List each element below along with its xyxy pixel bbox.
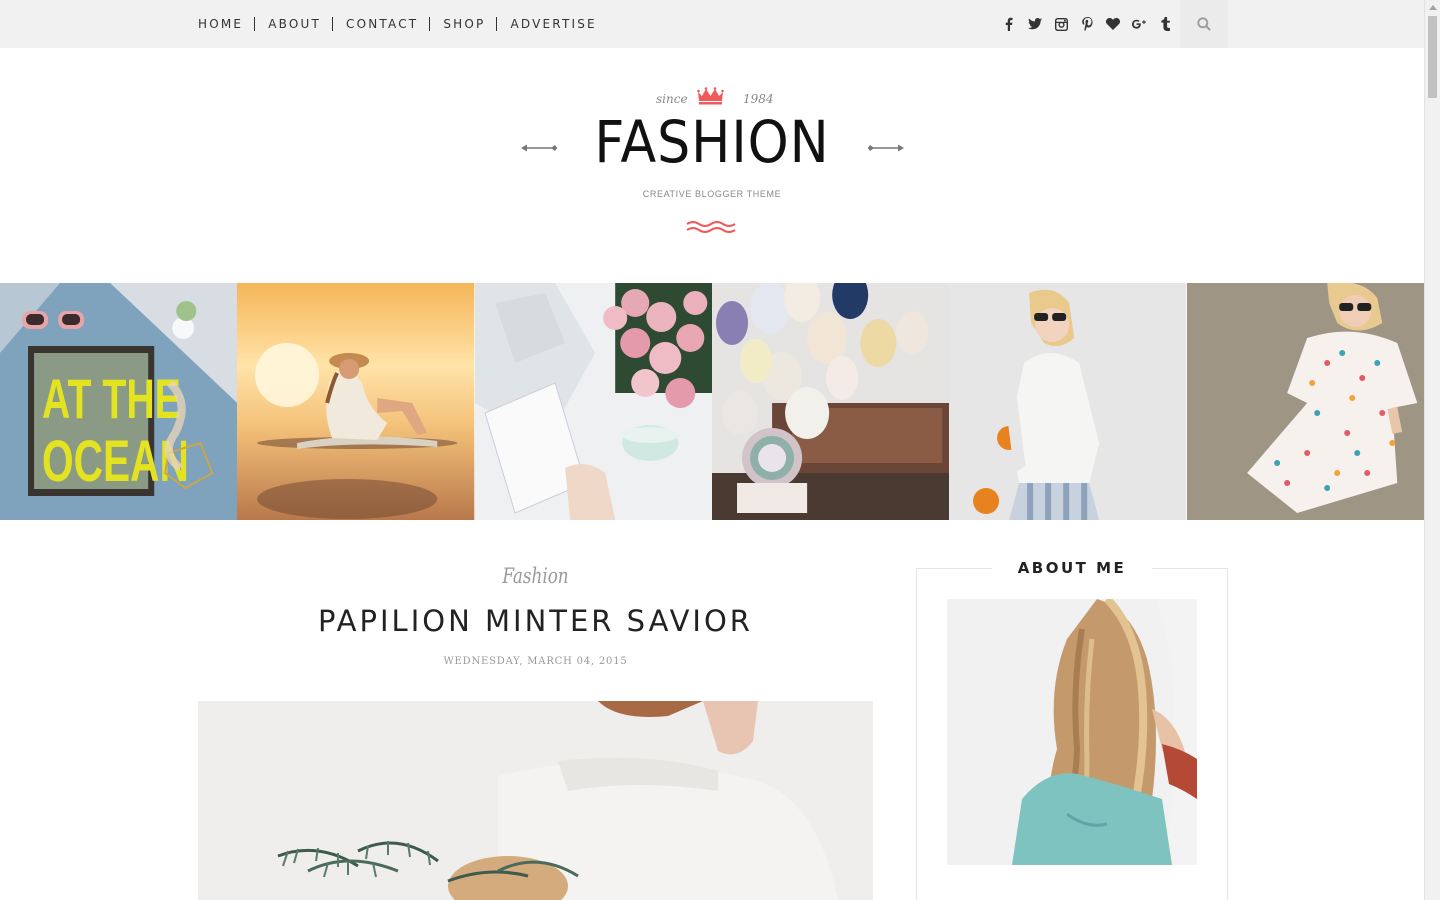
gallery-image-balloons[interactable] [711, 283, 950, 520]
magazine-cover-text-top: AT THE [42, 368, 181, 431]
nav-shop[interactable]: SHOP [443, 17, 485, 31]
post-date: WEDNESDAY, MARCH 04, 2015 [443, 656, 628, 667]
nav-divider [429, 17, 431, 31]
gallery-image-white-jacket[interactable] [949, 283, 1187, 520]
gallery-image-sunset-beach[interactable] [237, 283, 475, 520]
instagram-gallery: AT THE OCEAN [0, 283, 1424, 520]
site-logo[interactable]: FASHION [71, 108, 1353, 176]
bloglovin-heart-icon[interactable] [1100, 0, 1126, 48]
google-plus-icon[interactable] [1126, 0, 1152, 48]
about-me-title: ABOUT ME [992, 556, 1152, 580]
nav-about[interactable]: ABOUT [268, 17, 321, 31]
pinterest-icon[interactable] [1074, 0, 1100, 48]
scroll-up-arrow-icon[interactable] [1429, 5, 1437, 10]
page-scrollbar[interactable] [1424, 0, 1440, 900]
scrollbar-thumb[interactable] [1428, 16, 1437, 98]
main-nav: HOME ABOUT CONTACT SHOP ADVERTISE [198, 0, 597, 48]
wave-ornament-icon [686, 221, 736, 233]
nav-home[interactable]: HOME [198, 17, 243, 31]
top-bar: HOME ABOUT CONTACT SHOP ADVERTISE [0, 0, 1424, 48]
post-featured-image[interactable] [198, 701, 873, 900]
facebook-icon[interactable] [996, 0, 1022, 48]
gallery-image-floral-dress[interactable] [1186, 283, 1424, 520]
arrow-right-ornament-icon [868, 144, 904, 152]
search-icon [1197, 17, 1211, 31]
nav-contact[interactable]: CONTACT [346, 17, 418, 31]
crown-icon [697, 87, 724, 105]
twitter-icon[interactable] [1022, 0, 1048, 48]
since-label: since [656, 92, 688, 106]
gallery-image-magazine[interactable]: AT THE OCEAN [0, 283, 238, 520]
since-year: 1984 [743, 92, 774, 106]
nav-divider [254, 17, 256, 31]
gallery-image-roses[interactable] [474, 283, 712, 520]
nav-advertise[interactable]: ADVERTISE [510, 17, 596, 31]
nav-divider [496, 17, 498, 31]
post-title[interactable]: PAPILION MINTER SAVIOR [198, 604, 873, 638]
tumblr-icon[interactable] [1152, 0, 1178, 48]
instagram-icon[interactable] [1048, 0, 1074, 48]
social-links [996, 0, 1178, 48]
site-tagline: CREATIVE BLOGGER THEME [642, 189, 782, 199]
post-category[interactable]: Fashion [266, 564, 806, 588]
about-me-photo[interactable] [947, 599, 1197, 865]
search-button[interactable] [1180, 0, 1228, 48]
nav-divider [332, 17, 334, 31]
